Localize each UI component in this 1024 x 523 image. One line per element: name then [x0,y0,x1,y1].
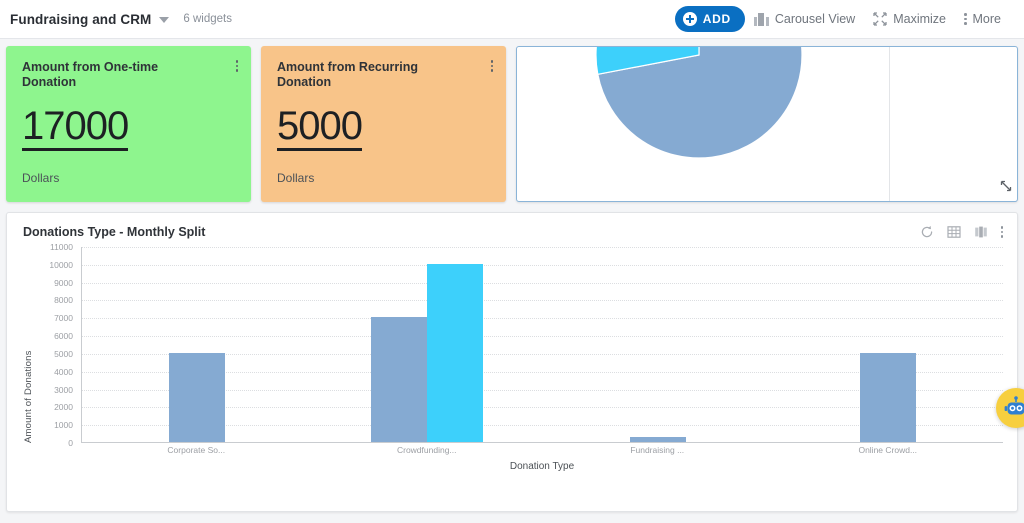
y-tick-label: 9000 [54,277,73,288]
dots-vertical-icon[interactable] [1000,226,1003,238]
toolbar-actions: ADD Carousel View Maximize More [674,4,1010,34]
bar[interactable] [629,436,686,442]
bar[interactable] [169,352,226,442]
bar-group [773,247,1003,442]
y-tick-label: 4000 [54,366,73,377]
carousel-icon [753,12,769,26]
caret-down-icon[interactable] [159,17,170,23]
kpi-value: 17000 [22,106,129,151]
bar-series [82,247,1003,442]
y-tick-label: 2000 [54,402,73,413]
x-tick-label: Crowdfunding... [396,445,457,455]
chart-actions [920,225,1003,239]
y-axis-label: Amount of Donations [23,350,34,443]
resize-handle-icon[interactable] [999,179,1012,197]
bar-group [543,247,773,442]
y-tick-label: 5000 [54,348,73,359]
dots-vertical-icon[interactable] [490,60,493,72]
dashboard-toolbar: Fundraising and CRM 6 widgets ADD Carous… [0,0,1024,39]
page-title: Fundraising and CRM [10,11,152,27]
bar-group [312,247,542,442]
kpi-unit: Dollars [277,171,315,185]
y-tick-label: 7000 [54,313,73,324]
pie-chart [595,47,803,159]
x-tick-label: Online Crowd... [858,445,918,455]
x-tick-label: Corporate So... [167,445,226,455]
widget-divider [889,47,890,201]
dashboard-canvas: Amount from One-time Donation 17000 Doll… [0,39,1024,523]
y-axis-ticks: 11000 10000 9000 8000 7000 6000 5000 4000 3000 20… [37,242,77,448]
bar[interactable] [427,263,484,442]
more-label: More [972,12,1001,26]
bar-chart-widget[interactable]: Donations Type - Monthly Split Amount of… [6,212,1018,512]
chart-icon[interactable] [974,225,988,239]
y-tick-label: 1000 [54,420,73,431]
add-button[interactable]: ADD [674,6,745,32]
chart-plot-area: Amount of Donations 11000 10000 9000 8000 70… [23,242,1003,472]
y-tick-label: 10000 [49,259,73,270]
bar[interactable] [859,352,916,442]
maximize-button[interactable]: Maximize [864,4,955,34]
y-tick-label: 6000 [54,331,73,342]
kpi-unit: Dollars [22,171,60,185]
y-tick-label: 8000 [54,295,73,306]
maximize-label: Maximize [893,12,947,26]
y-tick-label: 11000 [49,242,73,252]
kpi-card-one-time-donation[interactable]: Amount from One-time Donation 17000 Doll… [6,46,251,202]
maximize-icon [873,12,887,26]
kpi-value: 5000 [277,106,363,151]
carousel-view-button[interactable]: Carousel View [745,4,864,34]
plot-canvas [81,247,1003,443]
plus-circle-icon [682,12,697,26]
chart-header: Donations Type - Monthly Split [7,213,1017,239]
kpi-card-recurring-donation[interactable]: Amount from Recurring Donation 5000 Doll… [261,46,506,202]
y-tick-label: 0 [68,438,73,448]
x-tick-label: Fundraising ... [630,445,685,455]
kpi-title: Amount from Recurring Donation [277,60,418,89]
carousel-view-label: Carousel View [774,12,856,26]
dots-vertical-icon [964,13,967,25]
x-axis-label: Donation Type [509,461,575,472]
kpi-title: Amount from One-time Donation [22,60,159,89]
add-button-label: ADD [702,12,731,26]
pie-chart-widget[interactable] [516,46,1018,202]
more-button[interactable]: More [955,4,1010,34]
dots-vertical-icon[interactable] [235,60,238,72]
x-axis-ticks: Corporate So... Crowdfunding... Fundraisin… [81,445,1003,455]
bar-group [82,247,312,442]
refresh-icon[interactable] [920,225,934,239]
chart-title: Donations Type - Monthly Split [23,225,206,239]
y-tick-label: 3000 [54,384,73,395]
widget-count-label: 6 widgets [183,13,232,25]
table-icon[interactable] [946,225,961,239]
widget-row-top: Amount from One-time Donation 17000 Doll… [6,46,1018,202]
bar[interactable] [371,317,428,442]
